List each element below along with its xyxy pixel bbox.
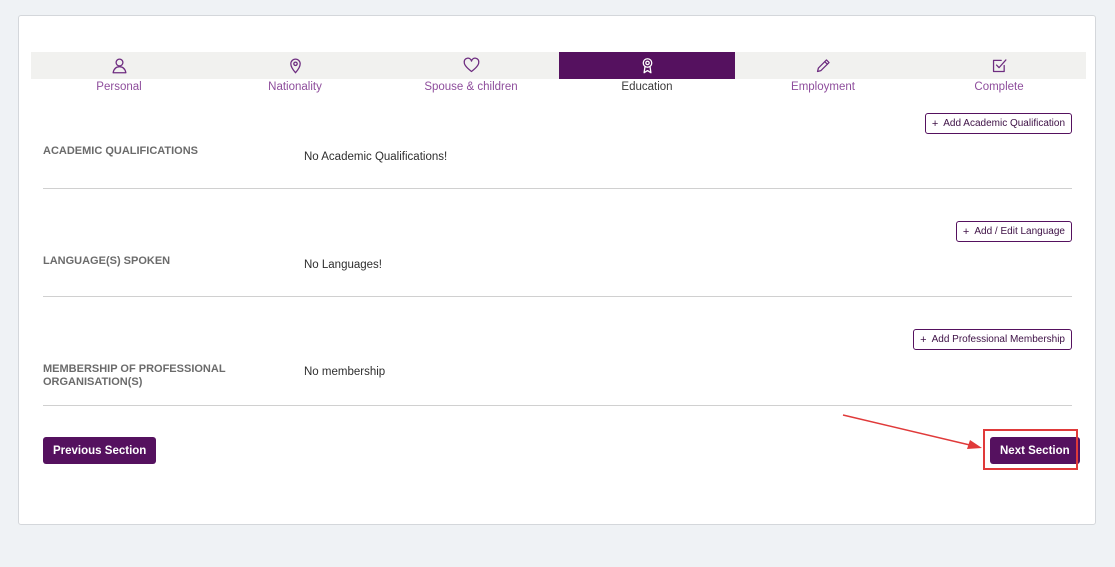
annotation-arrow-icon [842, 414, 982, 449]
